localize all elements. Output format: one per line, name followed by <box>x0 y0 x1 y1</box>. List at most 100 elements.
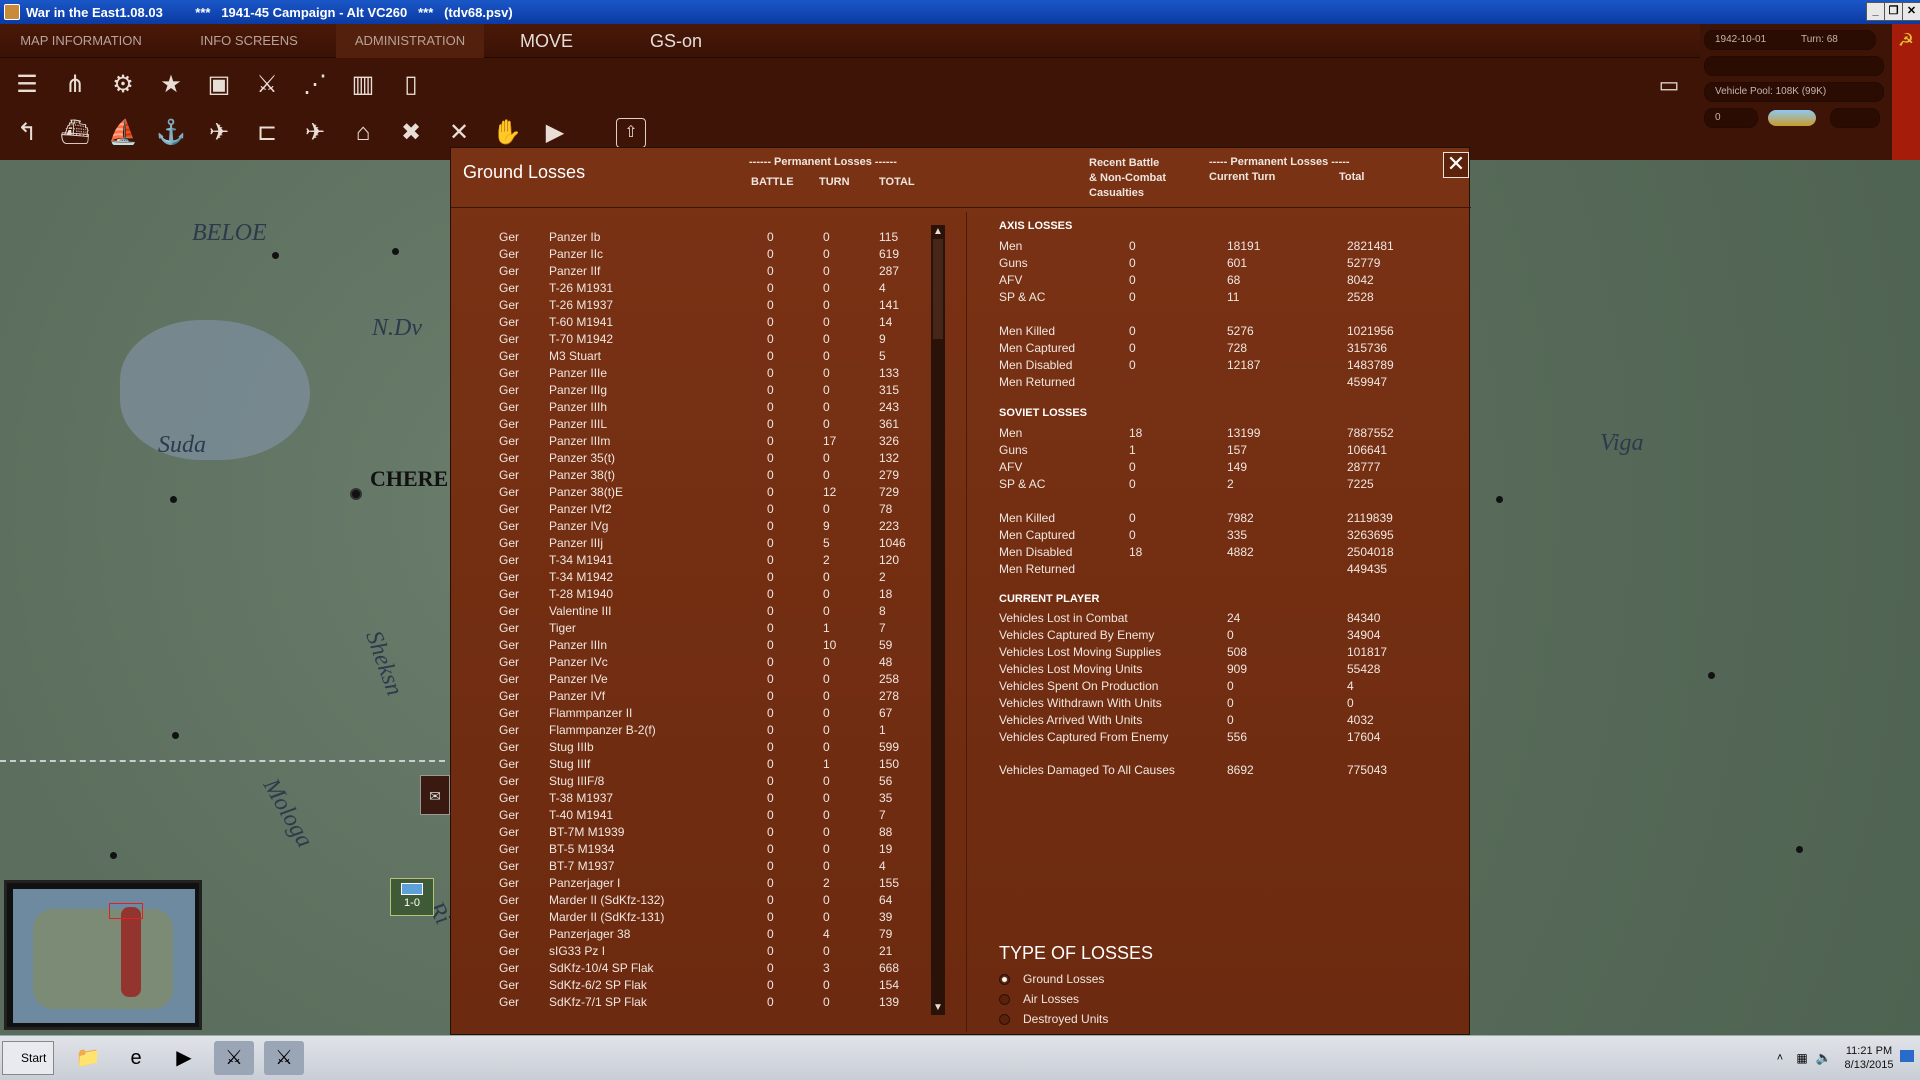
minimap-viewport[interactable] <box>109 903 143 919</box>
restore-button[interactable]: ❐ <box>1884 2 1903 21</box>
train-icon[interactable]: ▥ <box>346 68 380 102</box>
losses-scrollbar[interactable]: ▲ ▼ <box>931 225 945 1015</box>
table-row[interactable]: Ger sIG33 Pz I 0 0 21 <box>461 944 892 961</box>
units-icon[interactable]: ⋔ <box>58 68 92 102</box>
naval-2-icon[interactable]: ⚓ <box>154 116 188 150</box>
table-row[interactable]: Ger Marder II (SdKfz-132) 0 0 64 <box>461 893 892 910</box>
table-row[interactable]: Ger T-70 M1942 0 0 9 <box>461 332 886 349</box>
star-icon[interactable]: ★ <box>154 68 188 102</box>
game-window-2-icon[interactable]: ⚔ <box>264 1041 304 1075</box>
table-row[interactable]: Ger Marder II (SdKfz-131) 0 0 39 <box>461 910 892 927</box>
table-row[interactable]: Ger Panzer 35(t) 0 0 132 <box>461 451 899 468</box>
table-row[interactable]: Ger Panzerjager I 0 2 155 <box>461 876 899 893</box>
table-row[interactable]: Ger Panzer IIIL 0 0 361 <box>461 417 899 434</box>
rail-icon[interactable]: ⋰ <box>298 68 332 102</box>
table-row[interactable]: Ger Panzer IIIn 0 10 59 <box>461 638 892 655</box>
radio-dot[interactable] <box>999 1014 1010 1025</box>
browser-icon[interactable]: e <box>116 1041 156 1075</box>
table-row[interactable]: Ger BT-7 M1937 0 0 4 <box>461 859 886 876</box>
table-row[interactable]: Ger Panzer IIIm 0 17 326 <box>461 434 899 451</box>
table-row[interactable]: Ger Panzer IIf 0 0 287 <box>461 264 899 281</box>
play-icon[interactable]: ▶ <box>538 116 572 150</box>
mode-label[interactable]: MOVE <box>520 24 573 58</box>
clock[interactable]: 11:21 PM 8/13/2015 <box>1842 1044 1896 1072</box>
table-row[interactable]: Ger Panzer IIc 0 0 619 <box>461 247 899 264</box>
media-player-icon[interactable]: ▶ <box>164 1041 204 1075</box>
table-row[interactable]: Ger Stug IIIF/8 0 0 56 <box>461 774 892 791</box>
tab-map-information[interactable]: MAP INFORMATION <box>0 24 162 58</box>
scroll-down-icon[interactable]: ▼ <box>931 1001 945 1015</box>
folder-icon[interactable]: 📁 <box>68 1041 108 1075</box>
close-panel-button[interactable]: ✕ <box>1443 152 1469 178</box>
table-row[interactable]: Ger T-60 M1941 0 0 14 <box>461 315 892 332</box>
losses-list[interactable]: Ger Panzer Ib 0 0 115 Ger Panzer IIc 0 0 619 Ger Pa… <box>461 230 906 1012</box>
unit-counter[interactable]: 1-0 <box>390 878 434 916</box>
table-row[interactable]: Ger BT-7M M1939 0 0 88 <box>461 825 892 842</box>
stack-icon[interactable]: ☰ <box>10 68 44 102</box>
table-row[interactable]: Ger Panzer IVf 0 0 278 <box>461 689 899 706</box>
table-row[interactable]: Ger Panzer IVc 0 0 48 <box>461 655 892 672</box>
table-row[interactable]: Ger Panzer IVf2 0 0 78 <box>461 502 892 519</box>
gear-icon[interactable]: ⚙ <box>106 68 140 102</box>
table-row[interactable]: Ger Tiger 0 1 7 <box>461 621 886 638</box>
tab-administration[interactable]: ADMINISTRATION <box>336 24 484 58</box>
table-row[interactable]: Ger Flammpanzer B-2(f) 0 0 1 <box>461 723 886 740</box>
hand-icon[interactable]: ✋ <box>490 116 524 150</box>
table-row[interactable]: Ger Stug IIIb 0 0 599 <box>461 740 899 757</box>
show-desktop-icon[interactable] <box>1900 1050 1914 1062</box>
table-row[interactable]: Ger Panzer IIIj 0 5 1046 <box>461 536 906 553</box>
bomber-icon[interactable]: ✈ <box>298 116 332 150</box>
close-window-button[interactable]: ✕ <box>1902 2 1920 21</box>
table-row[interactable]: Ger SdKfz-10/4 SP Flak 0 3 668 <box>461 961 899 978</box>
table-row[interactable]: Ger Panzer IVg 0 9 223 <box>461 519 899 536</box>
table-row[interactable]: Ger Panzer 38(t) 0 0 279 <box>461 468 899 485</box>
naval-icon[interactable]: ⛵ <box>106 116 140 150</box>
network-icon[interactable]: ▦ <box>1792 1041 1812 1075</box>
airfield-icon[interactable]: ⊏ <box>250 116 284 150</box>
air-icon[interactable]: ✈ <box>202 116 236 150</box>
minimize-button[interactable]: _ <box>1866 2 1885 21</box>
table-row[interactable]: Ger Panzer IVe 0 0 258 <box>461 672 899 689</box>
table-row[interactable]: Ger SdKfz-7/1 SP Flak 0 0 139 <box>461 995 899 1012</box>
table-row[interactable]: Ger T-34 M1941 0 2 120 <box>461 553 899 570</box>
table-row[interactable]: Ger T-28 M1940 0 0 18 <box>461 587 892 604</box>
radio-dot-selected[interactable] <box>999 974 1010 985</box>
gs-toggle[interactable]: GS-on <box>650 24 702 58</box>
minimap[interactable] <box>4 880 202 1030</box>
upload-icon[interactable]: ⇧ <box>616 118 646 148</box>
scroll-thumb[interactable] <box>933 239 943 339</box>
swords-icon[interactable]: ⚔ <box>250 68 284 102</box>
table-row[interactable]: Ger M3 Stuart 0 0 5 <box>461 349 886 366</box>
fuel-icon[interactable]: ▯ <box>394 68 428 102</box>
radio-dot[interactable] <box>999 994 1010 1005</box>
table-row[interactable]: Ger T-26 M1937 0 0 141 <box>461 298 899 315</box>
start-button[interactable]: Start <box>2 1041 54 1075</box>
tab-info-screens[interactable]: INFO SCREENS <box>168 24 330 58</box>
table-row[interactable]: Ger Panzer Ib 0 0 115 <box>461 230 898 247</box>
table-row[interactable]: Ger T-26 M1931 0 0 4 <box>461 281 886 298</box>
table-row[interactable]: Ger T-40 M1941 0 0 7 <box>461 808 886 825</box>
table-row[interactable]: Ger Valentine III 0 0 8 <box>461 604 886 621</box>
ship-icon[interactable]: ⛴ <box>58 116 92 150</box>
game-window-icon[interactable]: ⚔ <box>214 1041 254 1075</box>
factory-icon[interactable]: ⌂ <box>346 116 380 150</box>
move-icon[interactable]: ↰ <box>10 116 44 150</box>
volume-icon[interactable]: 🔈 <box>1814 1041 1834 1075</box>
table-row[interactable]: Ger T-38 M1937 0 0 35 <box>461 791 892 808</box>
table-row[interactable]: Ger T-34 M1942 0 0 2 <box>461 570 886 587</box>
window-toggle-icon[interactable]: ▭ <box>1652 68 1686 102</box>
table-row[interactable]: Ger Flammpanzer II 0 0 67 <box>461 706 892 723</box>
scroll-up-icon[interactable]: ▲ <box>931 225 945 239</box>
table-row[interactable]: Ger SdKfz-6/2 SP Flak 0 0 154 <box>461 978 899 995</box>
table-row[interactable]: Ger Panzerjager 38 0 4 79 <box>461 927 892 944</box>
table-row[interactable]: Ger Panzer IIIg 0 0 315 <box>461 383 899 400</box>
message-icon[interactable]: ✉ <box>420 775 450 815</box>
air-strike-icon[interactable]: ✕ <box>442 116 476 150</box>
table-row[interactable]: Ger Panzer 38(t)E 0 12 729 <box>461 485 899 502</box>
table-row[interactable]: Ger Panzer IIIh 0 0 243 <box>461 400 899 417</box>
air-attack-icon[interactable]: ✖ <box>394 116 428 150</box>
table-row[interactable]: Ger Panzer IIIe 0 0 133 <box>461 366 899 383</box>
tray-arrow-icon[interactable]: ˄ <box>1770 1041 1790 1075</box>
table-row[interactable]: Ger BT-5 M1934 0 0 19 <box>461 842 892 859</box>
airbase-icon[interactable]: ▣ <box>202 68 236 102</box>
